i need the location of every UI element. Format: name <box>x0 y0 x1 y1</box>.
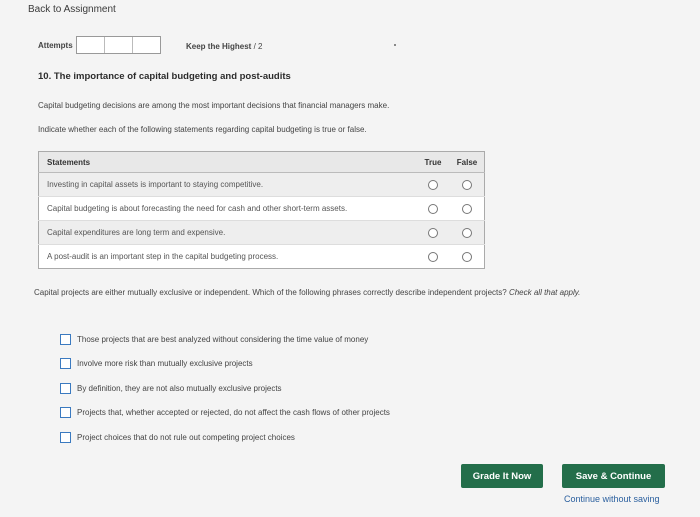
false-radio[interactable] <box>462 203 472 214</box>
true-radio[interactable] <box>428 203 438 214</box>
grade-it-now-button[interactable]: Grade It Now <box>461 464 543 488</box>
statement-text: A post-audit is an important step in the… <box>38 244 416 269</box>
false-radio[interactable] <box>462 179 472 190</box>
attempt-box <box>105 37 133 53</box>
option-label: Projects that, whether accepted or rejec… <box>77 408 390 418</box>
table-row: Investing in capital assets is important… <box>38 172 485 197</box>
true-radio[interactable] <box>428 179 438 190</box>
false-radio[interactable] <box>462 227 472 238</box>
statement-text: Investing in capital assets is important… <box>38 172 416 197</box>
continue-without-saving-link[interactable]: Continue without saving <box>564 494 660 504</box>
table-row: A post-audit is an important step in the… <box>38 244 485 269</box>
option-item[interactable]: Those projects that are best analyzed wi… <box>60 327 390 352</box>
option-item[interactable]: Projects that, whether accepted or rejec… <box>60 401 390 426</box>
false-radio[interactable] <box>462 251 472 262</box>
option-checkbox[interactable] <box>60 431 71 443</box>
question-intro: Capital budgeting decisions are among th… <box>38 101 390 110</box>
separator-dot <box>394 44 396 46</box>
question-title: 10. The importance of capital budgeting … <box>38 71 291 82</box>
false-cell <box>450 220 485 245</box>
option-checkbox[interactable] <box>60 407 71 419</box>
option-checkbox[interactable] <box>60 382 71 394</box>
question-instruction: Indicate whether each of the following s… <box>38 125 367 134</box>
part2-hint: Check all that apply. <box>508 288 581 297</box>
attempts-label: Attempts <box>38 40 73 50</box>
statements-header: Statements <box>38 151 416 173</box>
option-item[interactable]: Involve more risk than mutually exclusiv… <box>60 352 390 377</box>
true-header: True <box>416 151 450 173</box>
save-continue-button[interactable]: Save & Continue <box>562 464 665 488</box>
option-label: Involve more risk than mutually exclusiv… <box>77 359 253 369</box>
option-item[interactable]: By definition, they are not also mutuall… <box>60 376 390 401</box>
statement-text: Capital budgeting is about forecasting t… <box>38 196 416 221</box>
keep-highest-label: Keep the Highest / 2 <box>186 42 262 51</box>
option-checkbox[interactable] <box>60 333 71 345</box>
false-cell <box>450 196 485 221</box>
table-row: Capital expenditures are long term and e… <box>38 220 485 245</box>
option-label: Project choices that do not rule out com… <box>77 432 295 442</box>
keep-highest-text: Keep the Highest <box>186 42 252 51</box>
option-label: By definition, they are not also mutuall… <box>77 383 282 393</box>
attempt-box <box>77 37 105 53</box>
options-list: Those projects that are best analyzed wi… <box>60 327 390 450</box>
false-header: False <box>450 151 485 173</box>
option-label: Those projects that are best analyzed wi… <box>77 334 369 344</box>
keep-highest-value: / 2 <box>253 42 263 51</box>
true-cell <box>416 220 450 245</box>
false-cell <box>450 244 485 269</box>
statements-table: Statements True False Investing in capit… <box>38 151 485 269</box>
attempts-row: Attempts <box>38 36 161 54</box>
back-to-assignment-link[interactable]: Back to Assignment <box>28 4 116 15</box>
true-radio[interactable] <box>428 227 438 238</box>
part2-prompt: Capital projects are either mutually exc… <box>34 283 664 302</box>
false-cell <box>450 172 485 197</box>
statement-text: Capital expenditures are long term and e… <box>38 220 416 245</box>
option-checkbox[interactable] <box>60 358 71 370</box>
true-cell <box>416 196 450 221</box>
table-row: Capital budgeting is about forecasting t… <box>38 196 485 221</box>
true-cell <box>416 172 450 197</box>
table-header-row: Statements True False <box>38 151 485 173</box>
option-item[interactable]: Project choices that do not rule out com… <box>60 425 390 450</box>
true-radio[interactable] <box>428 251 438 262</box>
true-cell <box>416 244 450 269</box>
attempt-box <box>133 37 160 53</box>
part2-prompt-text: Capital projects are either mutually exc… <box>34 288 507 297</box>
attempt-indicator <box>75 36 161 54</box>
